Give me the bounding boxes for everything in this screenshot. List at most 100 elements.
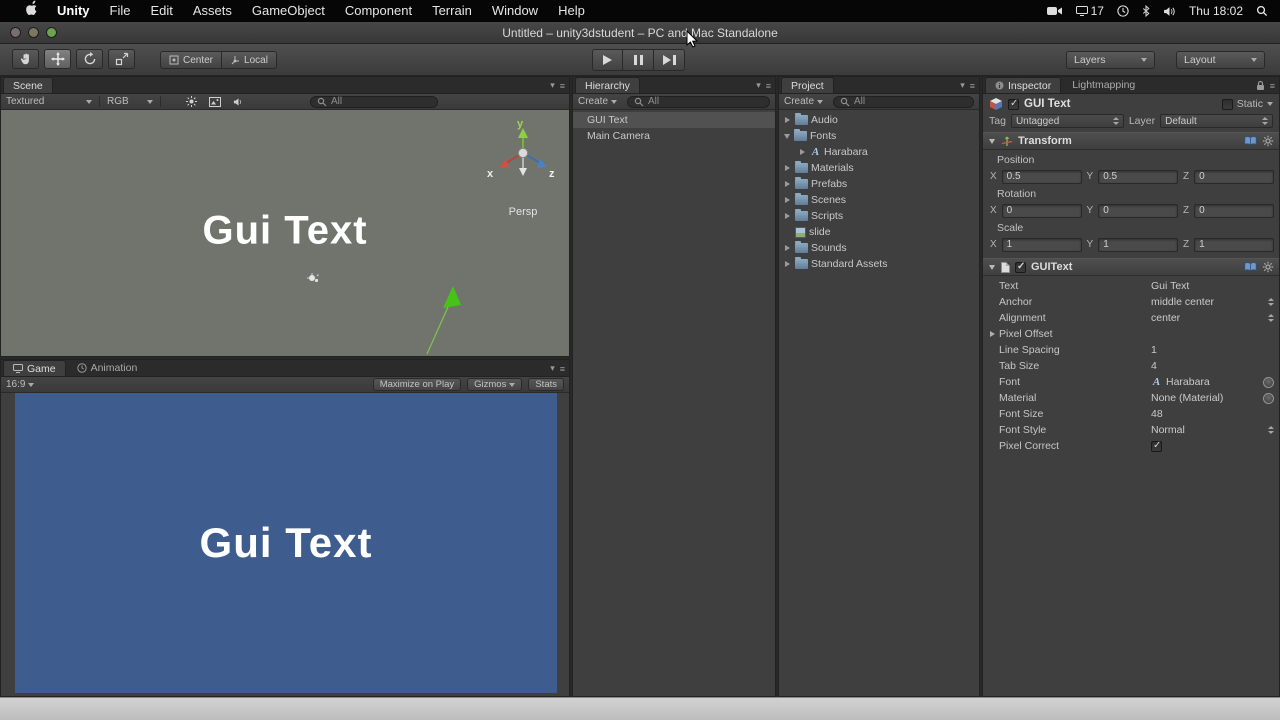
- scale-y-field[interactable]: 1: [1098, 237, 1179, 252]
- chevron-down-icon[interactable]: ▾: [550, 363, 555, 374]
- play-button[interactable]: [592, 49, 623, 71]
- transform-header[interactable]: Transform: [983, 132, 1279, 150]
- hierarchy-item-main-camera[interactable]: Main Camera: [573, 128, 775, 144]
- chevron-down-icon[interactable]: ▾: [550, 80, 555, 91]
- perspective-toggle[interactable]: Persp: [493, 206, 553, 218]
- alignment-dropdown[interactable]: center: [1151, 312, 1274, 324]
- menu-component[interactable]: Component: [335, 0, 422, 22]
- panel-menu-icon[interactable]: ≡: [560, 364, 565, 374]
- rotate-tool-button[interactable]: [76, 49, 103, 69]
- layers-dropdown[interactable]: Layers: [1066, 51, 1155, 69]
- project-item-prefabs[interactable]: Prefabs: [779, 176, 979, 192]
- layer-dropdown[interactable]: Default: [1160, 114, 1274, 128]
- tab-lightmapping[interactable]: Lightmapping: [1063, 77, 1144, 93]
- foldout-closed-icon[interactable]: [990, 331, 995, 337]
- chevron-down-icon[interactable]: ▾: [960, 80, 965, 91]
- hierarchy-item-guitext[interactable]: GUI Text: [573, 112, 775, 128]
- project-item-audio[interactable]: Audio: [779, 112, 979, 128]
- expand-arrow-icon[interactable]: [785, 117, 790, 123]
- maximize-on-play-button[interactable]: Maximize on Play: [372, 378, 462, 391]
- scene-search-field[interactable]: All: [310, 95, 438, 108]
- material-object-field[interactable]: None (Material): [1151, 392, 1274, 404]
- gear-icon[interactable]: [1262, 261, 1274, 273]
- menu-unity[interactable]: Unity: [47, 0, 100, 22]
- tag-dropdown[interactable]: Untagged: [1010, 114, 1124, 128]
- pivot-center-button[interactable]: Center: [160, 51, 223, 69]
- window-titlebar[interactable]: Untitled – unity3dstudent – PC and Mac S…: [0, 22, 1280, 44]
- render-channel-dropdown[interactable]: RGB: [107, 96, 153, 107]
- static-checkbox[interactable]: [1221, 98, 1233, 110]
- menu-window[interactable]: Window: [482, 0, 548, 22]
- tab-hierarchy[interactable]: Hierarchy: [575, 77, 640, 93]
- expand-arrow-icon[interactable]: [785, 213, 790, 219]
- project-item-materials[interactable]: Materials: [779, 160, 979, 176]
- panel-menu-icon[interactable]: ≡: [970, 81, 975, 91]
- anchor-dropdown[interactable]: middle center: [1151, 296, 1274, 308]
- scene-orientation-gizmo[interactable]: [493, 124, 553, 184]
- menu-edit[interactable]: Edit: [140, 0, 182, 22]
- font-object-field[interactable]: Harabara: [1151, 376, 1274, 388]
- tab-size-field[interactable]: 4: [1151, 360, 1274, 372]
- panel-menu-icon[interactable]: ≡: [766, 81, 771, 91]
- pixel-correct-checkbox[interactable]: [1151, 440, 1162, 452]
- apple-menu[interactable]: [14, 0, 47, 22]
- scene-audio-toggle[interactable]: [233, 97, 244, 107]
- recording-counter[interactable]: 17: [1075, 4, 1104, 18]
- screen-recording-icon[interactable]: [1046, 6, 1063, 16]
- z-axis-cone[interactable]: [537, 159, 547, 168]
- help-book-icon[interactable]: [1244, 136, 1257, 146]
- menu-file[interactable]: File: [100, 0, 141, 22]
- project-item-harabara[interactable]: Harabara: [779, 144, 979, 160]
- rotation-z-field[interactable]: 0: [1194, 203, 1274, 218]
- time-machine-icon[interactable]: [1117, 5, 1129, 17]
- expand-arrow-icon[interactable]: [785, 261, 790, 267]
- guitext-gizmo-icon[interactable]: [305, 272, 321, 286]
- gizmo-center-sphere[interactable]: [517, 147, 529, 159]
- tab-animation[interactable]: Animation: [68, 360, 147, 376]
- zoom-button[interactable]: [46, 27, 57, 38]
- collapse-arrow-icon[interactable]: [784, 133, 790, 139]
- font-style-dropdown[interactable]: Normal: [1151, 424, 1274, 436]
- object-picker-icon[interactable]: [1263, 392, 1274, 404]
- gear-icon[interactable]: [1262, 135, 1274, 147]
- font-size-field[interactable]: 48: [1151, 408, 1274, 420]
- scale-tool-button[interactable]: [108, 49, 135, 69]
- menu-terrain[interactable]: Terrain: [422, 0, 482, 22]
- move-tool-button[interactable]: [44, 49, 71, 69]
- project-item-scripts[interactable]: Scripts: [779, 208, 979, 224]
- position-z-field[interactable]: 0: [1194, 169, 1274, 184]
- scene-overlay-toggle[interactable]: [209, 96, 221, 107]
- hierarchy-create-dropdown[interactable]: Create: [578, 96, 618, 107]
- menu-gameobject[interactable]: GameObject: [242, 0, 335, 22]
- project-item-sounds[interactable]: Sounds: [779, 240, 979, 256]
- minimize-button[interactable]: [28, 27, 39, 38]
- scale-z-field[interactable]: 1: [1194, 237, 1274, 252]
- guitext-enabled-checkbox[interactable]: [1015, 261, 1026, 273]
- aspect-ratio-dropdown[interactable]: 16:9: [6, 379, 35, 390]
- spotlight-icon[interactable]: [1256, 5, 1268, 17]
- x-axis-cone[interactable]: [499, 159, 509, 168]
- gameobject-name[interactable]: GUI Text: [1024, 98, 1070, 110]
- static-toggle[interactable]: Static: [1221, 98, 1273, 110]
- layout-dropdown[interactable]: Layout: [1176, 51, 1265, 69]
- volume-icon[interactable]: [1163, 6, 1176, 17]
- tab-project[interactable]: Project: [781, 77, 834, 93]
- object-picker-icon[interactable]: [1263, 376, 1274, 388]
- expand-arrow-icon[interactable]: [785, 197, 790, 203]
- menubar-clock[interactable]: Thu 18:02: [1189, 4, 1243, 18]
- project-item-fonts[interactable]: Fonts: [779, 128, 979, 144]
- close-button[interactable]: [10, 27, 21, 38]
- project-item-slide[interactable]: slide: [779, 224, 979, 240]
- menu-assets[interactable]: Assets: [183, 0, 242, 22]
- project-item-standard-assets[interactable]: Standard Assets: [779, 256, 979, 272]
- expand-arrow-icon[interactable]: [785, 165, 790, 171]
- project-search-field[interactable]: All: [833, 95, 974, 108]
- step-button[interactable]: [654, 49, 685, 71]
- scene-guitext-object[interactable]: Gui Text: [1, 208, 569, 253]
- stats-button[interactable]: Stats: [528, 378, 564, 391]
- position-y-field[interactable]: 0.5: [1098, 169, 1179, 184]
- panel-menu-icon[interactable]: ≡: [560, 81, 565, 91]
- foldout-open-icon[interactable]: [989, 264, 995, 270]
- panel-menu-icon[interactable]: ≡: [1270, 81, 1275, 91]
- active-checkbox[interactable]: [1008, 98, 1019, 110]
